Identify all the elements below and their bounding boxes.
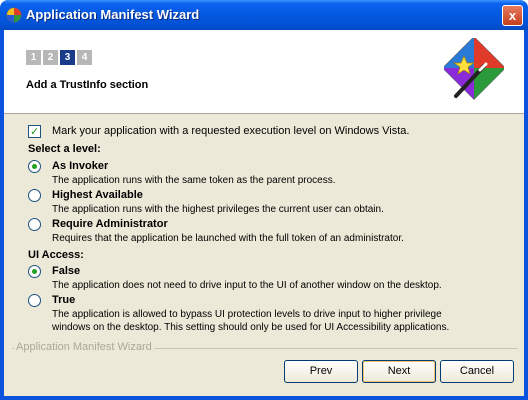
require-administrator-description: Requires that the application be launche… [52, 233, 404, 244]
step-1: 1 [26, 50, 41, 65]
close-button[interactable]: x [502, 5, 523, 26]
wizard-client-area: 1 2 3 4 Add a TrustInfo section ✓ Mark y… [4, 30, 524, 396]
next-button[interactable]: Next [362, 360, 436, 383]
as-invoker-radio[interactable] [28, 160, 41, 173]
wizard-header: 1 2 3 4 Add a TrustInfo section [4, 30, 524, 114]
highest-available-description: The application runs with the highest pr… [52, 204, 384, 215]
as-invoker-description: The application runs with the same token… [52, 175, 336, 186]
level-option-require-administrator[interactable]: Require Administrator [28, 218, 168, 231]
level-option-highest-available[interactable]: Highest Available [28, 189, 143, 202]
title-bar[interactable]: Application Manifest Wizard x [0, 0, 528, 30]
highest-available-label: Highest Available [52, 189, 143, 201]
ui-access-option-false[interactable]: False [28, 265, 80, 278]
mark-execution-level-checkbox[interactable]: ✓ [28, 125, 41, 138]
ui-access-false-label: False [52, 265, 81, 277]
step-4: 4 [77, 50, 92, 65]
ui-access-true-description-line2: windows on the desktop. This setting sho… [52, 322, 450, 333]
ui-access-false-radio[interactable] [28, 265, 41, 278]
window-title: Application Manifest Wizard [26, 7, 200, 22]
ui-access-option-true[interactable]: True [28, 294, 75, 307]
level-option-as-invoker[interactable]: As Invoker [28, 160, 108, 173]
ui-access-true-label: True [52, 294, 76, 306]
ui-access-true-radio[interactable] [28, 294, 41, 307]
step-3-active: 3 [60, 50, 75, 65]
magic-wand-icon [444, 38, 504, 100]
footer-group-label: Application Manifest Wizard [14, 341, 154, 353]
as-invoker-label: As Invoker [52, 160, 109, 172]
select-level-heading: Select a level: [28, 143, 101, 155]
mark-execution-level-row[interactable]: ✓ Mark your application with a requested… [28, 125, 409, 138]
highest-available-radio[interactable] [28, 189, 41, 202]
page-title: Add a TrustInfo section [26, 79, 149, 91]
step-2: 2 [43, 50, 58, 65]
require-administrator-label: Require Administrator [52, 218, 168, 230]
step-indicator: 1 2 3 4 [26, 50, 92, 65]
app-icon [6, 7, 22, 23]
checkmark-icon: ✓ [30, 126, 40, 138]
mark-execution-level-label: Mark your application with a requested e… [52, 125, 410, 137]
ui-access-heading: UI Access: [28, 249, 84, 261]
prev-button[interactable]: Prev [284, 360, 358, 383]
ui-access-false-description: The application does not need to drive i… [52, 280, 442, 291]
cancel-button[interactable]: Cancel [440, 360, 514, 383]
require-administrator-radio[interactable] [28, 218, 41, 231]
wizard-window: Application Manifest Wizard x 1 2 3 4 Ad… [0, 0, 528, 400]
ui-access-true-description-line1: The application is allowed to bypass UI … [52, 309, 442, 320]
